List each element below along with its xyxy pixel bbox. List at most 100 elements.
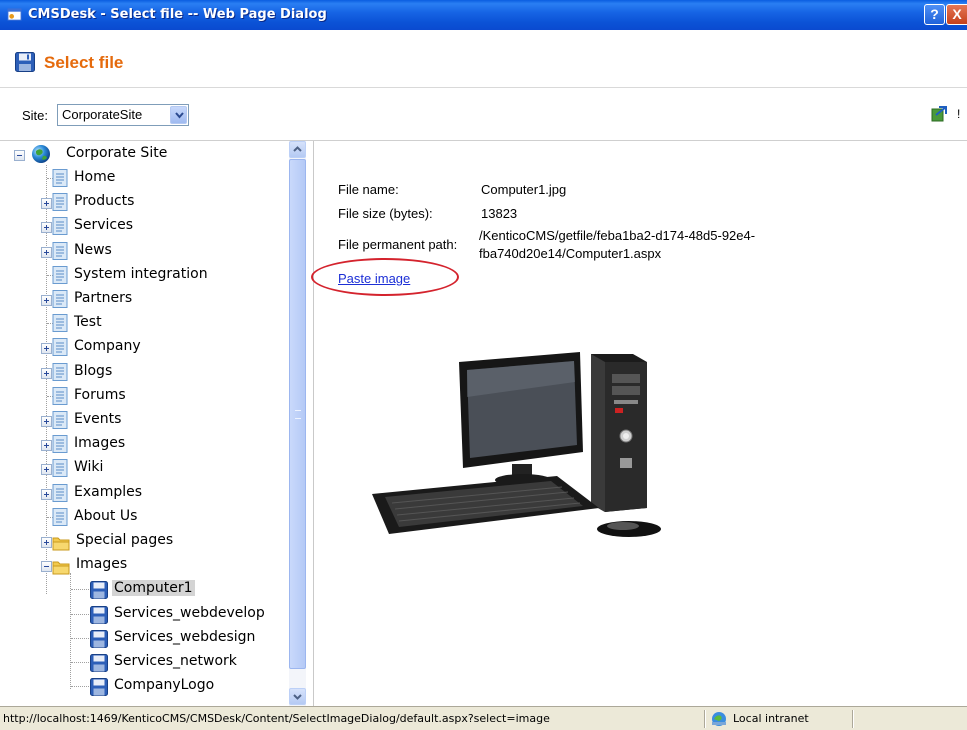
- tree-item[interactable]: Services: [0, 215, 285, 237]
- window-title: CMSDesk - Select file -- Web Page Dialog: [28, 7, 327, 22]
- expand-icon[interactable]: [41, 440, 52, 452]
- tree-item-label: Forums: [74, 386, 126, 403]
- tree-item[interactable]: Examples: [0, 482, 285, 504]
- page-icon: [52, 411, 68, 429]
- dialog-header: Select file: [0, 30, 967, 88]
- page-icon: [52, 169, 68, 187]
- expand-icon[interactable]: [41, 222, 52, 234]
- tree-item-label: Services: [74, 217, 134, 234]
- tree-item[interactable]: Company: [0, 336, 285, 358]
- tree-item[interactable]: Partners: [0, 288, 285, 310]
- page-icon: [52, 362, 68, 381]
- tree-root[interactable]: Corporate Site: [14, 143, 284, 165]
- expand-icon[interactable]: [41, 367, 52, 379]
- page-icon: [52, 217, 68, 236]
- tree-item[interactable]: Images: [0, 433, 285, 455]
- dialog-title: Select file: [44, 53, 124, 72]
- status-separator: [704, 710, 706, 728]
- paste-image-link[interactable]: Paste image: [338, 271, 410, 286]
- tree-child-item[interactable]: Services_webdesign: [0, 627, 285, 649]
- tree-item[interactable]: System integration: [0, 264, 285, 286]
- scroll-down-icon[interactable]: [289, 688, 306, 705]
- globe-icon: [32, 145, 50, 163]
- page-icon: [52, 290, 68, 308]
- tree-item[interactable]: Products: [0, 191, 285, 213]
- expand-icon[interactable]: [41, 416, 52, 427]
- floppy-disk-icon: [90, 629, 108, 648]
- page-icon: [52, 193, 68, 212]
- close-button[interactable]: X: [946, 4, 967, 25]
- content-tree: Corporate Site Home Products Services News S…: [0, 141, 314, 706]
- tree-item[interactable]: Home: [0, 167, 285, 189]
- tree-child-label: Computer1: [112, 580, 195, 597]
- tree-item-label: System integration: [74, 265, 208, 282]
- file-size-label: File size (bytes):: [338, 206, 433, 221]
- tree-item-label: Special pages: [76, 532, 174, 548]
- file-name-label: File name:: [338, 182, 399, 197]
- tree-item-label: Company: [74, 338, 141, 355]
- tree-item[interactable]: About Us: [0, 506, 285, 528]
- zone-label: Local intranet: [733, 712, 809, 725]
- status-separator: [852, 710, 854, 728]
- collapse-icon[interactable]: [14, 150, 25, 161]
- expand-icon[interactable]: [41, 343, 52, 355]
- tree-item-label: News: [74, 241, 112, 258]
- tree-child-item[interactable]: Services_webdevelop: [0, 603, 285, 625]
- file-path-value-line1: /KenticoCMS/getfile/feba1ba2-d174-48d5-9…: [479, 228, 756, 243]
- file-name-value: Computer1.jpg: [481, 182, 567, 197]
- floppy-disk-icon: [90, 678, 108, 697]
- tree-item[interactable]: News: [0, 240, 285, 262]
- tree-item[interactable]: Images: [0, 554, 285, 576]
- tree-item[interactable]: Blogs: [0, 361, 285, 383]
- site-select[interactable]: CorporateSite: [57, 104, 189, 126]
- site-label: Site:: [22, 108, 49, 123]
- floppy-disk-icon: [90, 654, 108, 672]
- refresh-icon[interactable]: [931, 106, 947, 122]
- tree-item[interactable]: Test: [0, 312, 285, 334]
- tree-item-label: Images: [74, 435, 126, 452]
- tree-child-item[interactable]: CompanyLogo: [0, 675, 285, 697]
- tree-child-item[interactable]: Services_network: [0, 651, 285, 673]
- tree-root-label: Corporate Site: [66, 145, 168, 161]
- tree-scrollbar[interactable]: [289, 141, 306, 706]
- expand-icon[interactable]: [41, 537, 52, 548]
- status-url: http://localhost:1469/KenticoCMS/CMSDesk…: [3, 712, 550, 725]
- scroll-thumb[interactable]: [289, 159, 306, 669]
- refresh-label: !: [957, 107, 961, 121]
- folder-icon: [52, 537, 70, 551]
- chevron-down-icon[interactable]: [170, 106, 187, 124]
- floppy-disk-icon: [15, 52, 35, 72]
- file-details-panel: File name: Computer1.jpg File size (byte…: [311, 141, 967, 706]
- tree-item[interactable]: Events: [0, 409, 285, 431]
- intranet-zone-icon: [712, 712, 726, 726]
- floppy-disk-icon: [90, 581, 108, 600]
- tree-item-label: Test: [74, 314, 102, 331]
- tree-item-label: Wiki: [74, 459, 104, 476]
- tree-item-label: Products: [74, 193, 135, 210]
- ie-window-icon: [7, 8, 22, 21]
- tree-item[interactable]: Wiki: [0, 457, 285, 479]
- expand-icon[interactable]: [41, 295, 52, 306]
- scroll-up-icon[interactable]: [289, 141, 306, 158]
- file-size-value: 13823: [481, 206, 518, 221]
- expand-icon[interactable]: [41, 246, 52, 258]
- expand-icon[interactable]: [41, 198, 52, 210]
- collapse-icon[interactable]: [41, 561, 52, 573]
- tree-child-item[interactable]: Computer1: [0, 578, 285, 600]
- tree-item-label: About Us: [74, 507, 138, 524]
- help-button[interactable]: ?: [924, 4, 945, 25]
- tree-item[interactable]: Forums: [0, 385, 285, 407]
- tree-child-label: Services_webdesign: [114, 628, 256, 645]
- page-icon: [52, 265, 68, 284]
- page-icon: [52, 338, 68, 357]
- tree-item[interactable]: Special pages: [0, 530, 285, 552]
- page-icon: [52, 386, 68, 405]
- status-bar: http://localhost:1469/KenticoCMS/CMSDesk…: [0, 706, 967, 730]
- page-icon: [52, 483, 68, 502]
- expand-icon[interactable]: [41, 464, 52, 476]
- page-icon: [52, 435, 68, 454]
- expand-icon[interactable]: [41, 488, 52, 500]
- page-icon: [52, 241, 68, 260]
- page-icon: [52, 507, 68, 526]
- tree-child-label: Services_network: [114, 653, 237, 669]
